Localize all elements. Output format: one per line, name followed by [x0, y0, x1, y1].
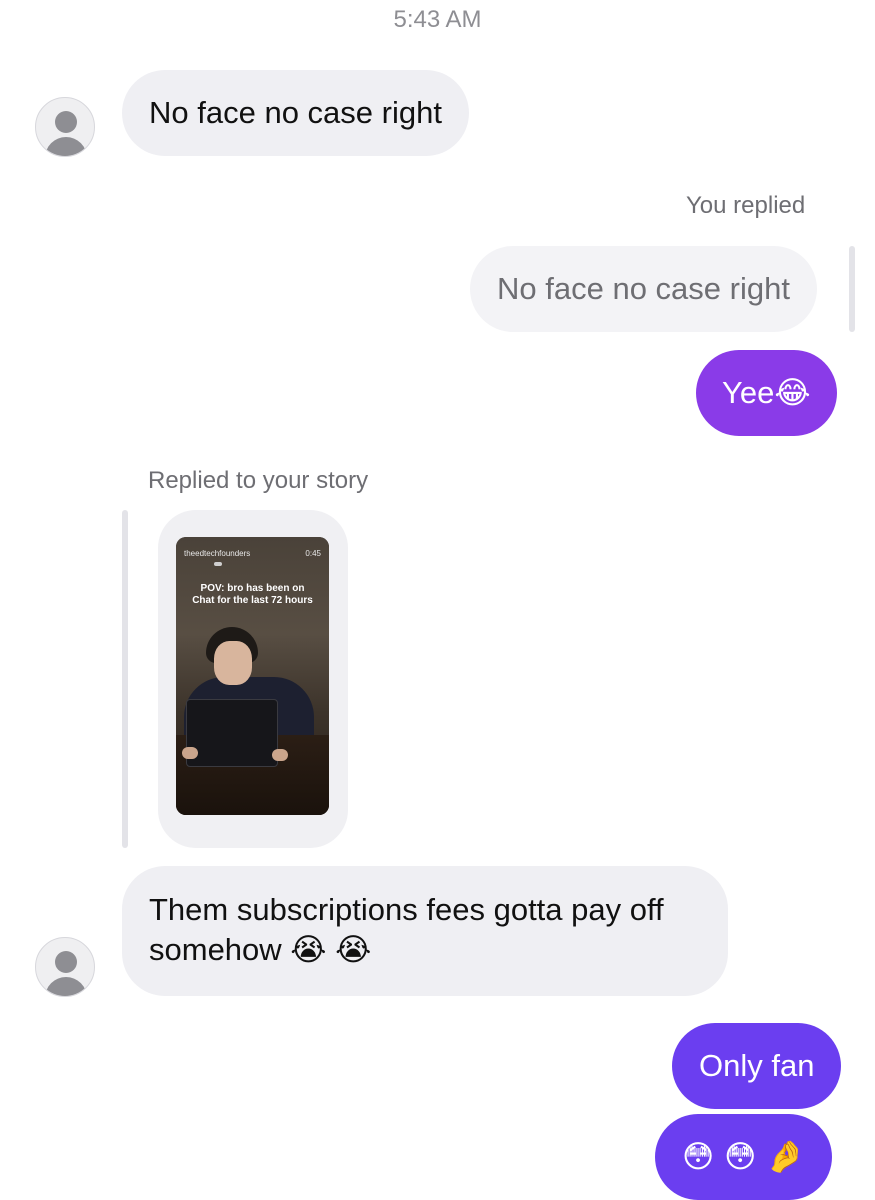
story-progress-dot — [214, 562, 222, 566]
sender-avatar[interactable] — [35, 937, 95, 997]
person-icon-body — [45, 977, 87, 996]
sender-avatar[interactable] — [35, 97, 95, 157]
outgoing-message-bubble[interactable]: Yee😂 — [696, 350, 837, 436]
story-username: theedtechfounders — [184, 549, 251, 558]
quoted-message-bubble[interactable]: No face no case right — [470, 246, 817, 332]
story-reply-label: Replied to your story — [148, 467, 369, 494]
hand — [272, 749, 288, 761]
person-icon-head — [55, 111, 77, 133]
reply-quote-bar — [849, 246, 855, 332]
story-duration: 0:45 — [305, 549, 321, 558]
person-face — [214, 641, 252, 685]
outgoing-emoji-bubble[interactable]: 😳 😳 🤌 — [655, 1114, 832, 1200]
story-thumbnail[interactable]: theedtechfounders 0:45 POV: bro has been… — [176, 537, 329, 815]
incoming-message-bubble[interactable]: Them subscriptions fees gotta pay off so… — [122, 866, 728, 996]
person-icon-body — [45, 137, 87, 156]
incoming-message-bubble[interactable]: No face no case right — [122, 70, 469, 156]
message-timestamp: 5:43 AM — [393, 6, 482, 33]
you-replied-label: You replied — [686, 192, 806, 219]
story-quote-bar — [122, 510, 128, 848]
story-caption: POV: bro has been on Chat for the last 7… — [192, 583, 313, 606]
outgoing-message-bubble[interactable]: Only fan — [672, 1023, 842, 1109]
laptop — [186, 699, 278, 767]
hand — [182, 747, 198, 759]
person-icon-head — [55, 951, 77, 973]
